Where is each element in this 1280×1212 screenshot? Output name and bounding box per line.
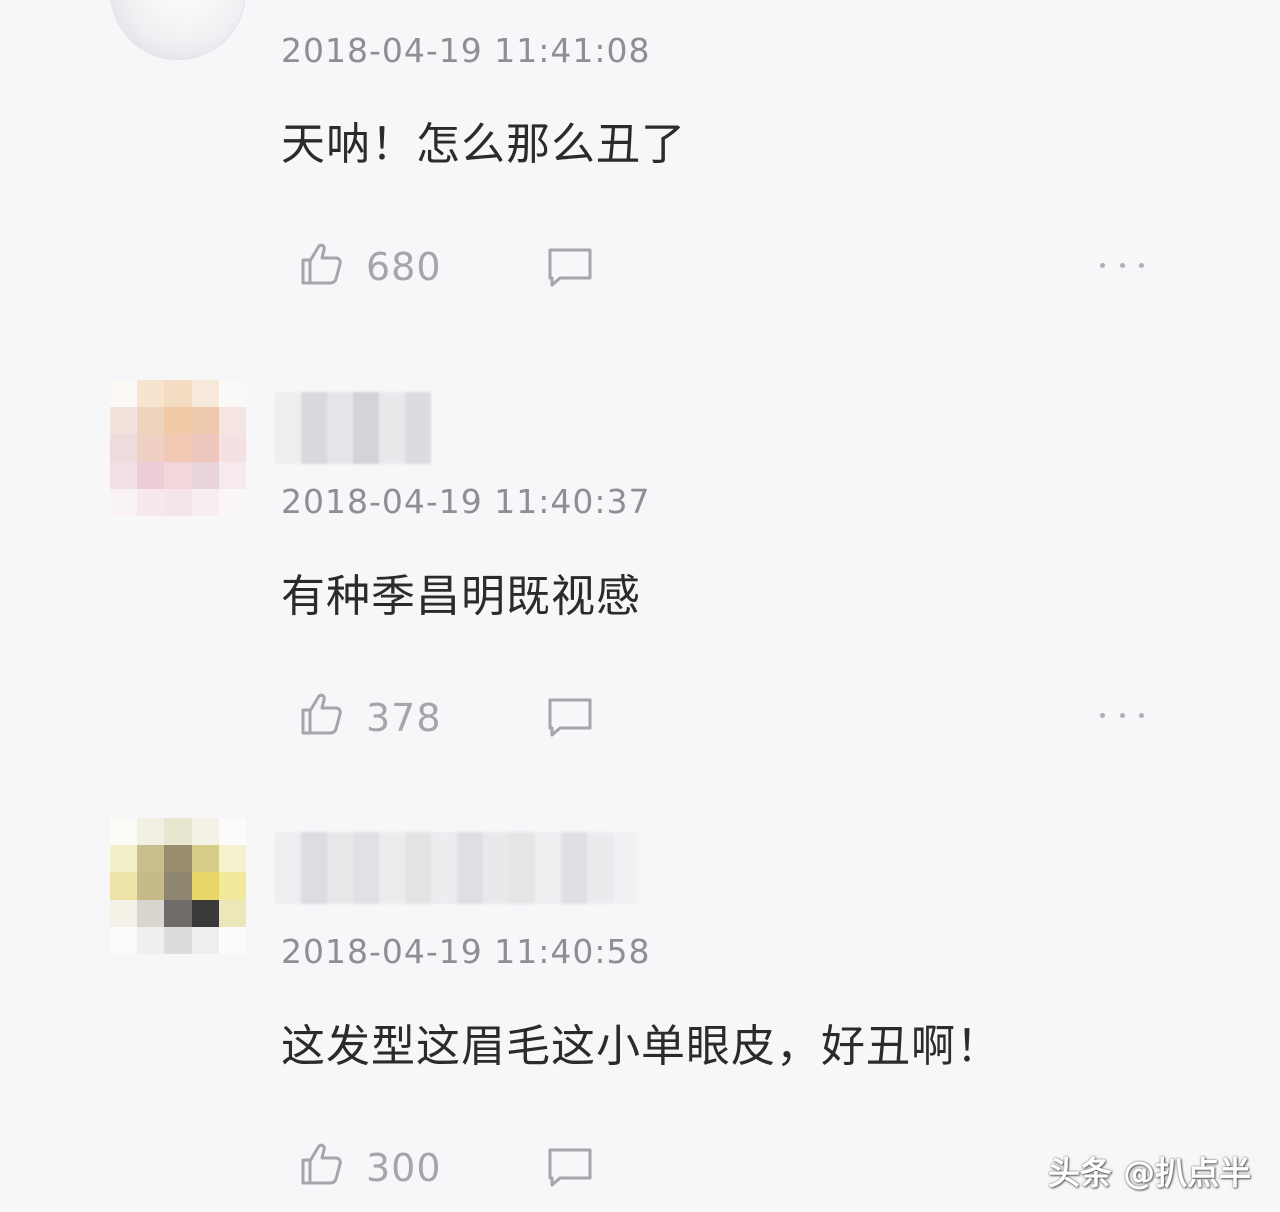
comment-bubble-icon[interactable] — [546, 1146, 594, 1188]
comment-text: 这发型这眉毛这小单眼皮，好丑啊！ — [281, 1021, 1001, 1072]
comment-list: 2018-04-19 11:41:08 天呐！怎么那么丑了 680 2018-0… — [0, 0, 1280, 1212]
user-avatar-pixelated[interactable] — [110, 818, 246, 954]
comment-item: 2018-04-19 11:40:58 这发型这眉毛这小单眼皮，好丑啊！ 300 — [0, 0, 1280, 1190]
comment-timestamp: 2018-04-19 11:40:58 — [281, 932, 651, 971]
comment-timestamp: 2018-04-19 11:40:37 — [281, 482, 651, 521]
like-count: 378 — [366, 696, 442, 740]
comment-bubble-icon[interactable] — [546, 696, 594, 738]
like-count: 300 — [366, 1146, 442, 1190]
comment-text: 有种季昌明既视感 — [281, 571, 641, 622]
more-dots-icon[interactable] — [1100, 710, 1144, 720]
username-obscured — [275, 832, 639, 904]
thumbs-up-icon[interactable] — [297, 690, 345, 738]
watermark: 头条 @扒点半 — [1048, 1154, 1252, 1192]
thumbs-up-icon[interactable] — [297, 1140, 345, 1188]
